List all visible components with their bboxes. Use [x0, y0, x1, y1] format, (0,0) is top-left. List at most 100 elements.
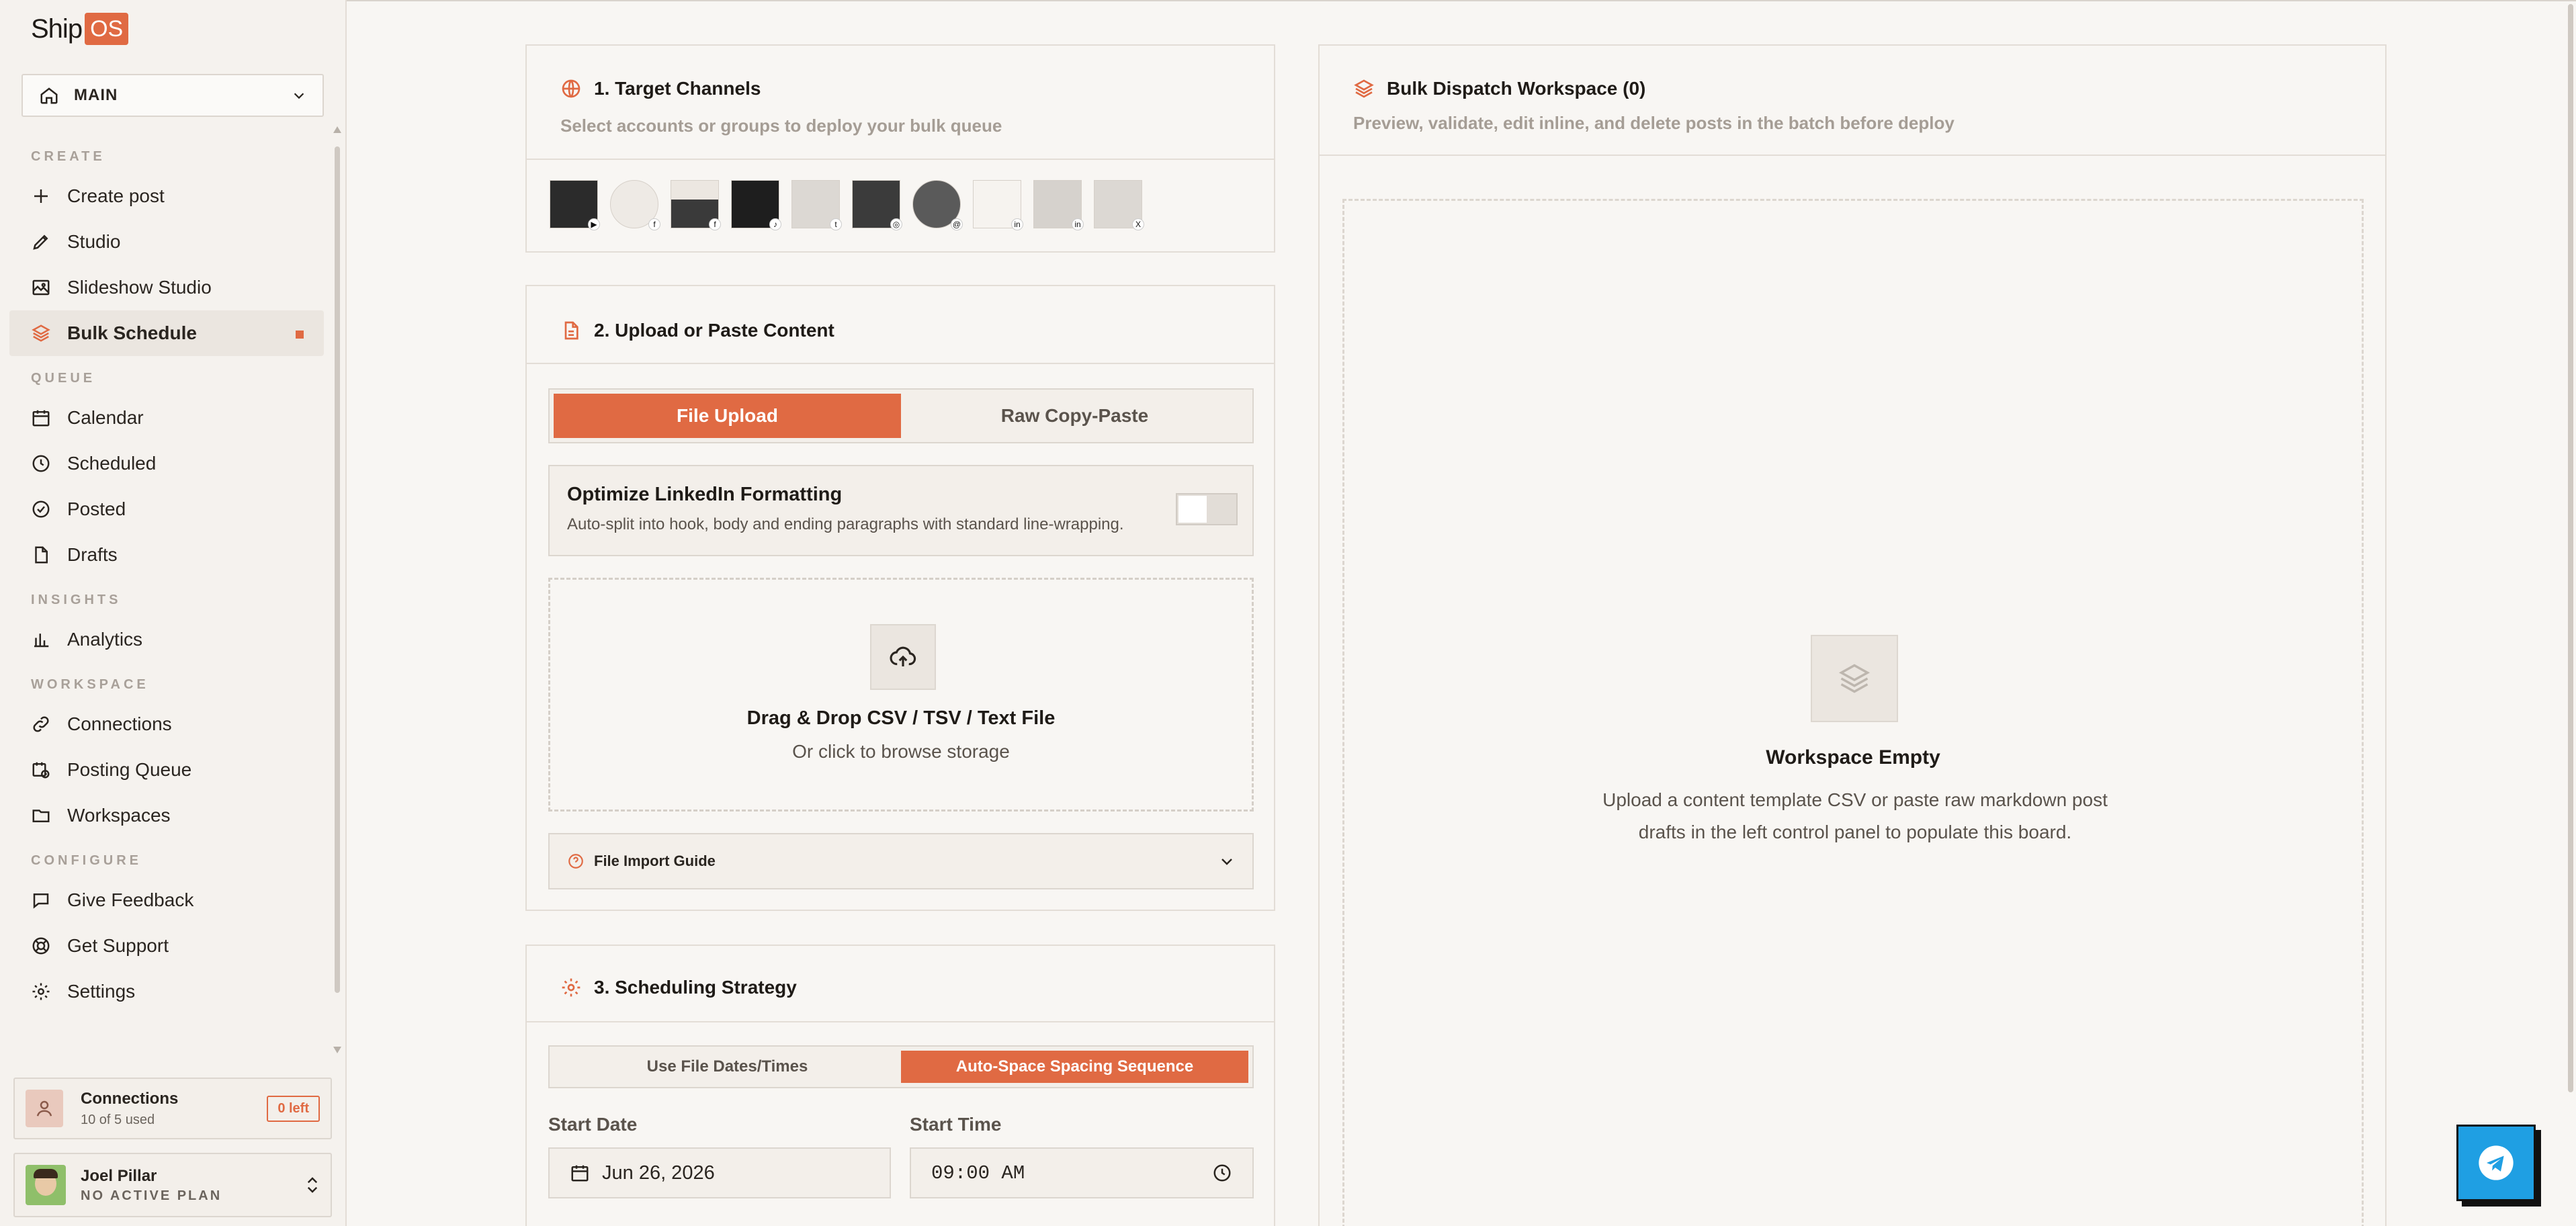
plus-icon — [34, 189, 48, 203]
sidebar-item-posting-queue[interactable]: Posting Queue — [9, 747, 324, 793]
sidebar-item-label: Scheduled — [67, 453, 157, 474]
user-icon — [36, 1100, 52, 1116]
connections-left-badge: 0 left — [267, 1095, 320, 1122]
sidebar-item-label: Settings — [67, 981, 136, 1002]
gear-icon — [32, 983, 50, 1000]
divider — [1320, 155, 2385, 156]
user-name: Joel Pillar — [81, 1166, 157, 1185]
sidebar-item-settings[interactable]: Settings — [9, 969, 324, 1014]
sidebar-item-label: Create post — [67, 185, 165, 206]
channel-avatar[interactable]: in — [1033, 180, 1084, 230]
scroll-down-icon[interactable] — [333, 1047, 341, 1053]
help-circle-icon — [568, 854, 583, 869]
panel-title: 3. Scheduling Strategy — [594, 977, 797, 998]
cloud-upload-icon — [890, 646, 916, 666]
logo-badge: OS — [85, 13, 129, 45]
chat-icon — [33, 893, 49, 909]
tab-raw-copy-paste[interactable]: Raw Copy-Paste — [901, 394, 1248, 438]
channel-avatar[interactable]: ▶ — [550, 180, 600, 230]
logo[interactable]: Ship OS — [31, 12, 129, 46]
scheduling-mode-tabs: Use File Dates/Times Auto-Space Spacing … — [548, 1045, 1254, 1088]
scheduling-panel: 3. Scheduling Strategy Use File Dates/Ti… — [525, 945, 1275, 1226]
lifebuoy-icon — [32, 937, 50, 955]
sidebar-item-drafts[interactable]: Drafts — [9, 532, 324, 578]
nav-section-create: CREATE — [31, 149, 105, 164]
empty-description: Upload a content template CSV or paste r… — [1602, 789, 2108, 842]
sidebar-item-give-feedback[interactable]: Give Feedback — [9, 877, 324, 923]
tab-file-upload[interactable]: File Upload — [554, 394, 901, 438]
upload-mode-tabs: File Upload Raw Copy-Paste — [548, 388, 1254, 443]
upload-panel: 2. Upload or Paste Content File Upload R… — [525, 285, 1275, 911]
sidebar-item-calendar[interactable]: Calendar — [9, 395, 324, 441]
channel-avatar[interactable]: ◎ — [852, 180, 902, 230]
sidebar-item-connections[interactable]: Connections — [9, 701, 324, 747]
channel-avatar[interactable]: t — [791, 180, 842, 230]
sidebar-item-posted[interactable]: Posted — [9, 486, 324, 532]
channel-avatar[interactable]: f — [610, 180, 660, 230]
sidebar-item-label: Analytics — [67, 629, 143, 650]
optimize-linkedin-option: Optimize LinkedIn Formatting Auto-split … — [548, 465, 1254, 556]
x-icon: X — [1132, 218, 1144, 230]
scrollbar-thumb[interactable] — [335, 146, 340, 993]
target-channels-panel: 1. Target Channels Select accounts or gr… — [525, 44, 1275, 253]
sidebar-item-label: Posted — [67, 498, 126, 519]
sidebar-item-scheduled[interactable]: Scheduled — [9, 441, 324, 486]
workspace-panel: Bulk Dispatch Workspace (0) Preview, val… — [1318, 44, 2387, 1226]
tab-auto-space[interactable]: Auto-Space Spacing Sequence — [901, 1051, 1248, 1083]
scheduling-header: 3. Scheduling Strategy — [560, 977, 797, 998]
active-indicator — [296, 331, 304, 339]
sidebar-item-label: Posting Queue — [67, 759, 192, 780]
nav-section-configure: CONFIGURE — [31, 853, 142, 868]
panel-subtitle: Select accounts or groups to deploy your… — [560, 116, 1002, 136]
sidebar-item-analytics[interactable]: Analytics — [9, 617, 324, 662]
home-icon — [40, 87, 58, 104]
gear-icon — [562, 978, 581, 997]
tab-use-file-dates[interactable]: Use File Dates/Times — [554, 1051, 901, 1083]
sidebar-item-label: Slideshow Studio — [67, 277, 212, 298]
panel-title: 1. Target Channels — [594, 78, 761, 99]
channel-avatar[interactable]: f — [671, 180, 721, 230]
check-circle-icon — [32, 500, 50, 518]
sidebar-item-get-support[interactable]: Get Support — [9, 923, 324, 969]
workspace-name: MAIN — [74, 86, 118, 104]
facebook-icon: f — [709, 218, 721, 230]
option-description: Auto-split into hook, body and ending pa… — [567, 515, 1124, 533]
sidebar-item-label: Studio — [67, 231, 121, 252]
nav-section-queue: QUEUE — [31, 371, 96, 386]
nav-section-workspace: WORKSPACE — [31, 677, 149, 692]
option-title: Optimize LinkedIn Formatting — [567, 484, 843, 505]
chevron-up-down-icon — [307, 1177, 318, 1193]
start-time-field[interactable]: 09:00 AM — [910, 1147, 1254, 1198]
upload-header: 2. Upload or Paste Content — [560, 320, 834, 341]
sidebar-scrollbar[interactable] — [333, 126, 341, 1053]
optimize-linkedin-toggle[interactable] — [1176, 493, 1238, 525]
connections-card[interactable]: Connections 10 of 5 used 0 left — [13, 1078, 332, 1139]
channel-avatar[interactable]: in — [973, 180, 1023, 230]
user-menu[interactable]: Joel Pillar NO ACTIVE PLAN — [13, 1153, 332, 1217]
sidebar-item-studio[interactable]: Studio — [9, 219, 324, 265]
tiktok-icon: ♪ — [769, 218, 781, 230]
scroll-up-icon[interactable] — [333, 126, 341, 133]
sidebar-item-bulk-schedule[interactable]: Bulk Schedule — [9, 310, 324, 356]
folder-icon — [32, 809, 50, 822]
sidebar-item-workspaces[interactable]: Workspaces — [9, 793, 324, 838]
file-import-guide[interactable]: File Import Guide — [548, 833, 1254, 889]
telegram-button[interactable] — [2456, 1125, 2536, 1201]
main-scrollbar[interactable] — [2565, 0, 2576, 1226]
workspace-selector[interactable]: MAIN — [22, 74, 324, 117]
globe-icon — [562, 79, 581, 98]
sidebar-item-slideshow-studio[interactable]: Slideshow Studio — [9, 265, 324, 310]
channel-avatar[interactable]: @ — [912, 180, 963, 230]
sidebar-item-create-post[interactable]: Create post — [9, 173, 324, 219]
file-drop-zone[interactable]: Drag & Drop CSV / TSV / Text File Or cli… — [548, 578, 1254, 812]
channel-avatar[interactable]: ♪ — [731, 180, 781, 230]
panel-subtitle: Preview, validate, edit inline, and dele… — [1353, 113, 1955, 133]
scrollbar-thumb[interactable] — [2568, 4, 2573, 1092]
facebook-icon: f — [648, 218, 660, 230]
start-date-field[interactable]: Jun 26, 2026 — [548, 1147, 891, 1198]
telegram-icon — [2479, 1145, 2514, 1180]
linkedin-icon: in — [1072, 218, 1084, 230]
workspace-empty-state: Workspace Empty Upload a content templat… — [1342, 199, 2364, 1226]
sidebar-item-label: Drafts — [67, 544, 118, 565]
channel-avatar[interactable]: X — [1094, 180, 1144, 230]
